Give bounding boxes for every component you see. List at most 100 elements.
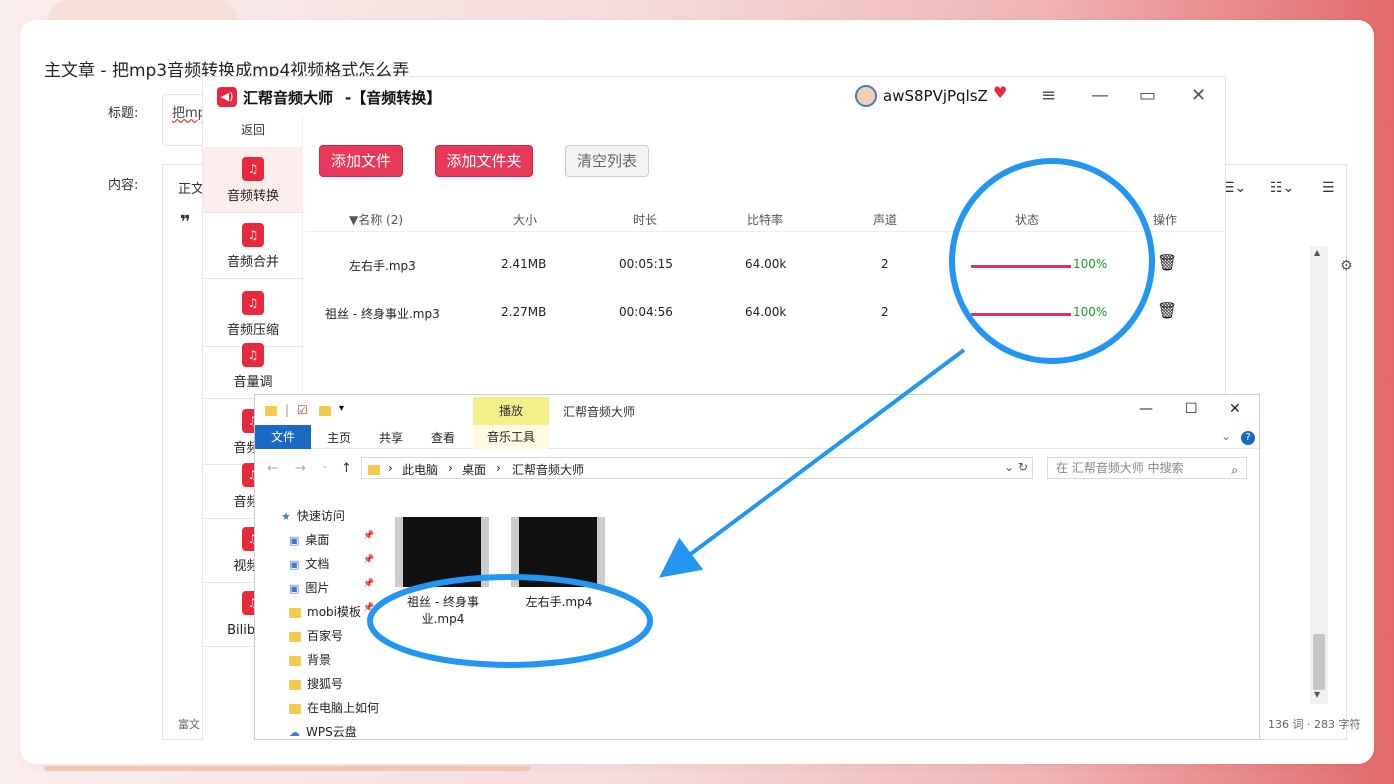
play-tab[interactable]: 播放 xyxy=(473,397,549,425)
search-placeholder: 在 汇帮音频大师 中搜索 xyxy=(1056,461,1184,475)
minimize-icon[interactable]: — xyxy=(1091,85,1109,106)
menu-icon[interactable]: ≡ xyxy=(1041,85,1056,106)
file-thumbnail-2[interactable] xyxy=(511,517,605,587)
background-strip xyxy=(44,766,530,771)
row-2-name: 祖丝 - 终身事业.mp3 xyxy=(325,307,440,321)
search-icon[interactable]: ⌕ xyxy=(1231,460,1238,480)
col-size: 大小 xyxy=(513,213,538,227)
help-icon[interactable]: ? xyxy=(1241,431,1255,445)
qa-dropdown-icon[interactable]: ▾ xyxy=(339,403,344,414)
tree-item-9[interactable]: ☁ WPS云盘 xyxy=(289,723,357,740)
tree-item-1[interactable]: ▣ 桌面 📌 xyxy=(289,531,374,548)
tab-home[interactable]: 主页 xyxy=(327,429,351,446)
volume-icon: ♫ xyxy=(242,343,264,367)
tab-file[interactable]: 文件 xyxy=(255,425,311,449)
row-1-size: 2.41MB xyxy=(501,257,547,271)
sidebar-item-0[interactable]: ♫ 音频转换 xyxy=(203,147,303,213)
maximize-icon[interactable]: ☐ xyxy=(1185,401,1198,417)
add-file-button[interactable]: 添加文件 xyxy=(319,145,403,177)
back-button[interactable]: 返回 xyxy=(203,121,303,138)
picture-icon: ▣ xyxy=(289,582,300,595)
tree-item-6[interactable]: 背景 xyxy=(289,651,331,668)
vip-icon[interactable]: ♥ xyxy=(993,83,1007,102)
sidebar-item-1[interactable]: ♫ 音频合并 xyxy=(203,213,303,279)
tab-share[interactable]: 共享 xyxy=(379,429,403,446)
tree-item-label: 搜狐号 xyxy=(307,677,344,691)
username[interactable]: awS8PVjPqlsZ xyxy=(883,87,988,105)
row-1-trash-icon[interactable]: 🗑 xyxy=(1157,253,1177,272)
address-folder-icon xyxy=(368,462,380,476)
back-arrow-icon[interactable]: ← xyxy=(267,461,278,476)
tab-music-tools[interactable]: 音乐工具 xyxy=(473,425,549,449)
row-1-duration: 00:05:15 xyxy=(619,257,673,271)
content-label: 内容: xyxy=(108,178,139,193)
pin-icon[interactable]: 📌 xyxy=(363,579,374,589)
properties-icon[interactable]: ☑ xyxy=(297,403,308,417)
row-1-name: 左右手.mp3 xyxy=(349,259,416,273)
search-input[interactable]: 在 汇帮音频大师 中搜索 ⌕ xyxy=(1047,457,1247,479)
breadcrumb-sep-3: › xyxy=(496,461,501,475)
tree-item-8[interactable]: 在电脑上如何 xyxy=(289,699,379,716)
file-name-2[interactable]: 左右手.mp4 xyxy=(509,593,609,610)
scroll-up-icon[interactable]: ▲ xyxy=(1314,248,1320,257)
editor-scroll-thumb[interactable] xyxy=(1313,634,1325,690)
checklist-icon[interactable]: ☰ xyxy=(1322,180,1335,196)
close-icon[interactable]: ✕ xyxy=(1191,85,1206,106)
ribbon-expand-icon[interactable]: ⌄ xyxy=(1221,429,1231,443)
col-status: 状态 xyxy=(1015,213,1040,227)
refresh-icon[interactable]: ↻ xyxy=(1018,460,1028,474)
add-folder-button[interactable]: 添加文件夹 xyxy=(435,145,533,177)
file-thumbnail-1[interactable] xyxy=(395,517,489,587)
col-name[interactable]: ▼名称 (2) xyxy=(349,211,403,228)
recent-dropdown-icon[interactable]: ⌄ xyxy=(321,461,329,471)
row-1-progress-bar xyxy=(971,265,1071,268)
title-input-value: 把mp xyxy=(172,106,206,121)
quote-icon[interactable]: ❞ xyxy=(180,212,191,233)
folder-icon xyxy=(289,703,301,714)
address-row: ← → ⌄ ↑ › 此电脑 › 桌面 › 汇帮音频大师 ⌄ ↻ 在 汇帮音频大师… xyxy=(255,453,1261,483)
file-name-1[interactable]: 祖丝 - 终身事业.mp4 xyxy=(393,593,493,627)
sidebar-item-label: 音频合并 xyxy=(226,255,279,270)
maximize-icon[interactable]: ▭ xyxy=(1139,85,1156,106)
address-dropdown-icon[interactable]: ⌄ xyxy=(1004,460,1014,474)
merge-icon: ♫ xyxy=(242,223,264,247)
new-folder-icon[interactable] xyxy=(319,403,331,417)
breadcrumb-this-pc[interactable]: 此电脑 xyxy=(402,461,438,478)
tree-item-3[interactable]: ▣ 图片 📌 xyxy=(289,579,374,596)
sidebar-item-label: 音量调 xyxy=(233,375,273,390)
document-icon: ▣ xyxy=(289,558,300,571)
sidebar-item-3[interactable]: ♫ 音量调 xyxy=(203,333,303,399)
tree-item-label: 桌面 xyxy=(305,533,330,547)
row-2-progress-bar xyxy=(971,313,1071,316)
pin-icon[interactable]: 📌 xyxy=(363,555,374,565)
folder-icon xyxy=(289,631,301,642)
breadcrumb-desktop[interactable]: 桌面 xyxy=(462,461,486,478)
tab-view[interactable]: 查看 xyxy=(431,429,455,446)
app-logo-icon: ◀) xyxy=(217,87,237,107)
tree-item-5[interactable]: 百家号 xyxy=(289,627,343,644)
up-arrow-icon[interactable]: ↑ xyxy=(341,461,352,476)
minimize-icon[interactable]: — xyxy=(1139,401,1153,417)
cloud-icon: ☁ xyxy=(289,726,300,739)
settings-side-icon[interactable]: ⚙ xyxy=(1340,258,1353,274)
pin-icon[interactable]: 📌 xyxy=(363,531,374,541)
paragraph-style-dropdown[interactable]: 正文 xyxy=(178,178,204,197)
row-2-trash-icon[interactable]: 🗑 xyxy=(1157,301,1177,320)
clear-list-button[interactable]: 清空列表 xyxy=(565,145,649,177)
folder-icon xyxy=(289,607,301,618)
row-2-progress-text: 100% xyxy=(1073,305,1108,319)
tree-item-7[interactable]: 搜狐号 xyxy=(289,675,343,692)
scroll-down-icon[interactable]: ▼ xyxy=(1314,690,1320,699)
forward-arrow-icon[interactable]: → xyxy=(295,461,306,476)
list-icon[interactable]: ☷⌄ xyxy=(1270,180,1294,196)
sidebar-item-label: 音频转换 xyxy=(226,189,279,204)
tree-item-2[interactable]: ▣ 文档 📌 xyxy=(289,555,374,572)
pin-icon[interactable]: 📌 xyxy=(363,603,374,613)
tree-item-0[interactable]: ★ 快速访问 xyxy=(281,507,345,524)
close-icon[interactable]: ✕ xyxy=(1229,401,1241,417)
address-bar[interactable]: › 此电脑 › 桌面 › 汇帮音频大师 ⌄ ↻ xyxy=(361,457,1033,479)
tree-item-4[interactable]: mobi模板 📌 xyxy=(289,603,374,620)
breadcrumb-folder[interactable]: 汇帮音频大师 xyxy=(512,461,584,478)
avatar[interactable] xyxy=(855,85,877,107)
convert-icon: ♫ xyxy=(242,157,264,181)
